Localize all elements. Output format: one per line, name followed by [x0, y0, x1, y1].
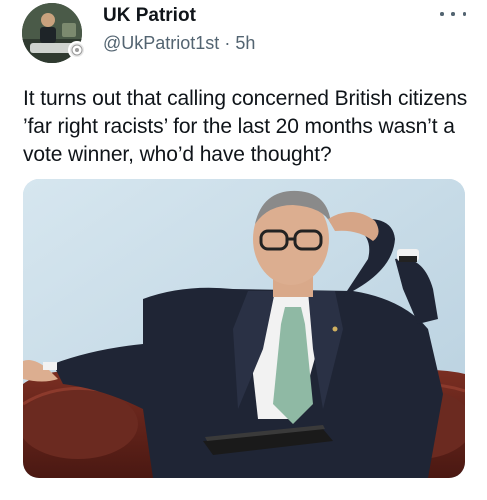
tweet-text: It turns out that calling concerned Brit…	[23, 87, 468, 166]
author-name[interactable]: UK Patriot	[103, 4, 196, 28]
tweet-image[interactable]	[23, 179, 465, 478]
separator: ·	[219, 33, 236, 53]
tweet-card[interactable]: UK Patriot @UkPatriot1st · 5h It turns o…	[0, 0, 487, 500]
more-horizontal-icon[interactable]	[440, 6, 466, 22]
author-handle[interactable]: @UkPatriot1st	[103, 33, 219, 53]
author-handle-and-time[interactable]: @UkPatriot1st · 5h	[103, 31, 255, 55]
avatar-badge-icon	[68, 41, 86, 59]
timestamp[interactable]: 5h	[235, 33, 255, 53]
